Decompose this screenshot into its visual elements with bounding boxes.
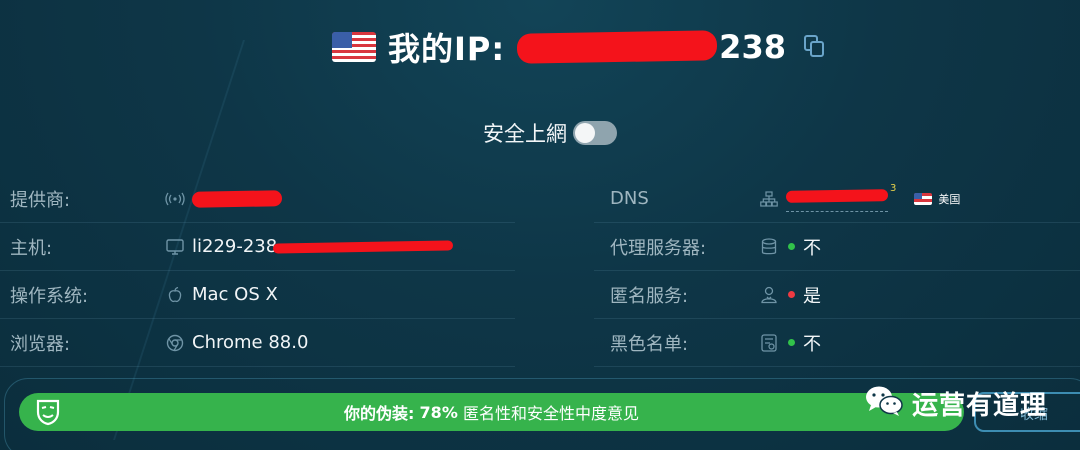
watermark: 运营有道理 [864, 384, 1047, 422]
proxy-label: 代理服务器: [610, 237, 707, 259]
status-dot-red [788, 291, 795, 298]
proxy-row: 代理服务器: 不 [594, 223, 1080, 271]
host-label: 主机: [10, 237, 53, 259]
os-value: Mac OS X [192, 284, 278, 305]
watermark-text: 运营有道理 [912, 390, 1048, 421]
chrome-icon [160, 334, 190, 352]
blacklist-status-text: 不 [803, 333, 821, 355]
safe-browsing-toggle[interactable] [573, 121, 617, 145]
toggle-knob [575, 123, 595, 143]
status-dot-green [788, 243, 795, 250]
info-right-column: DNS 3 美国 代理服务器: 不 匿名服务: 是 黑色名单: 不 [594, 175, 1080, 367]
status-dot-green [788, 339, 795, 346]
ip-header: 我的IP: 238 [332, 24, 826, 70]
ip-label: 我的IP: [388, 30, 506, 68]
anonymizer-label: 匿名服务: [610, 285, 689, 307]
os-row: 操作系统: Mac OS X [0, 271, 515, 319]
proxy-value: 不 [786, 234, 821, 260]
dns-country: 美国 [938, 192, 961, 206]
host-value: li229-238 [192, 236, 454, 257]
browser-label: 浏览器: [10, 333, 71, 355]
host-row: 主机: li229-238 [0, 223, 515, 271]
redaction-mark [785, 188, 889, 203]
blacklist-value: 不 [786, 330, 821, 356]
anonymizer-row: 匿名服务: 是 [594, 271, 1080, 319]
ip-suffix: 238 [719, 28, 786, 66]
us-flag-icon [332, 32, 376, 62]
browser-value: Chrome 88.0 [192, 332, 309, 353]
ip-value: 238 [516, 28, 786, 66]
dns-value[interactable]: 3 美国 [785, 183, 961, 212]
safe-browsing-row: 安全上網 [483, 118, 617, 148]
dns-count-badge: 3 [890, 183, 897, 194]
disguise-description: 匿名性和安全性中度意见 [462, 404, 639, 423]
signal-icon [160, 192, 190, 206]
os-label: 操作系统: [10, 285, 89, 307]
list-icon [754, 333, 784, 352]
user-shield-icon [754, 286, 784, 304]
database-icon [754, 237, 784, 256]
blacklist-label: 黑色名单: [610, 333, 689, 355]
redaction-mark [273, 239, 454, 254]
mask-icon [35, 398, 61, 426]
provider-value [191, 189, 283, 208]
disguise-bar: 你的伪装: 78% 匿名性和安全性中度意见 [19, 393, 964, 431]
proxy-status-text: 不 [803, 237, 821, 259]
blacklist-row: 黑色名单: 不 [594, 319, 1080, 367]
apple-icon [160, 286, 190, 303]
host-text: li229-238 [192, 236, 278, 257]
provider-label: 提供商: [10, 189, 71, 211]
provider-row: 提供商: [0, 175, 515, 223]
anonymizer-value: 是 [786, 282, 821, 308]
dns-row: DNS 3 美国 [594, 175, 1080, 223]
browser-row: 浏览器: Chrome 88.0 [0, 319, 515, 367]
wechat-icon [864, 384, 904, 422]
info-left-column: 提供商: 主机: li229-238 操作系统: Mac OS X 浏览器: C… [0, 175, 515, 367]
anonymizer-status-text: 是 [803, 285, 821, 307]
dns-label: DNS [610, 188, 649, 209]
dns-server-link[interactable] [785, 186, 889, 212]
redaction-mark [191, 189, 283, 208]
disguise-prefix: 你的伪装: [344, 404, 415, 423]
us-flag-icon [914, 192, 933, 205]
copy-icon[interactable] [803, 35, 826, 59]
disguise-percent: 78% [419, 402, 458, 422]
redaction-mark [516, 30, 718, 64]
monitor-icon [160, 238, 190, 255]
page: 我的IP: 238 安全上網 提供商: 主机: li229-238 操作系统: … [0, 0, 1080, 450]
network-icon [754, 190, 784, 207]
safe-browsing-label: 安全上網 [483, 122, 567, 146]
